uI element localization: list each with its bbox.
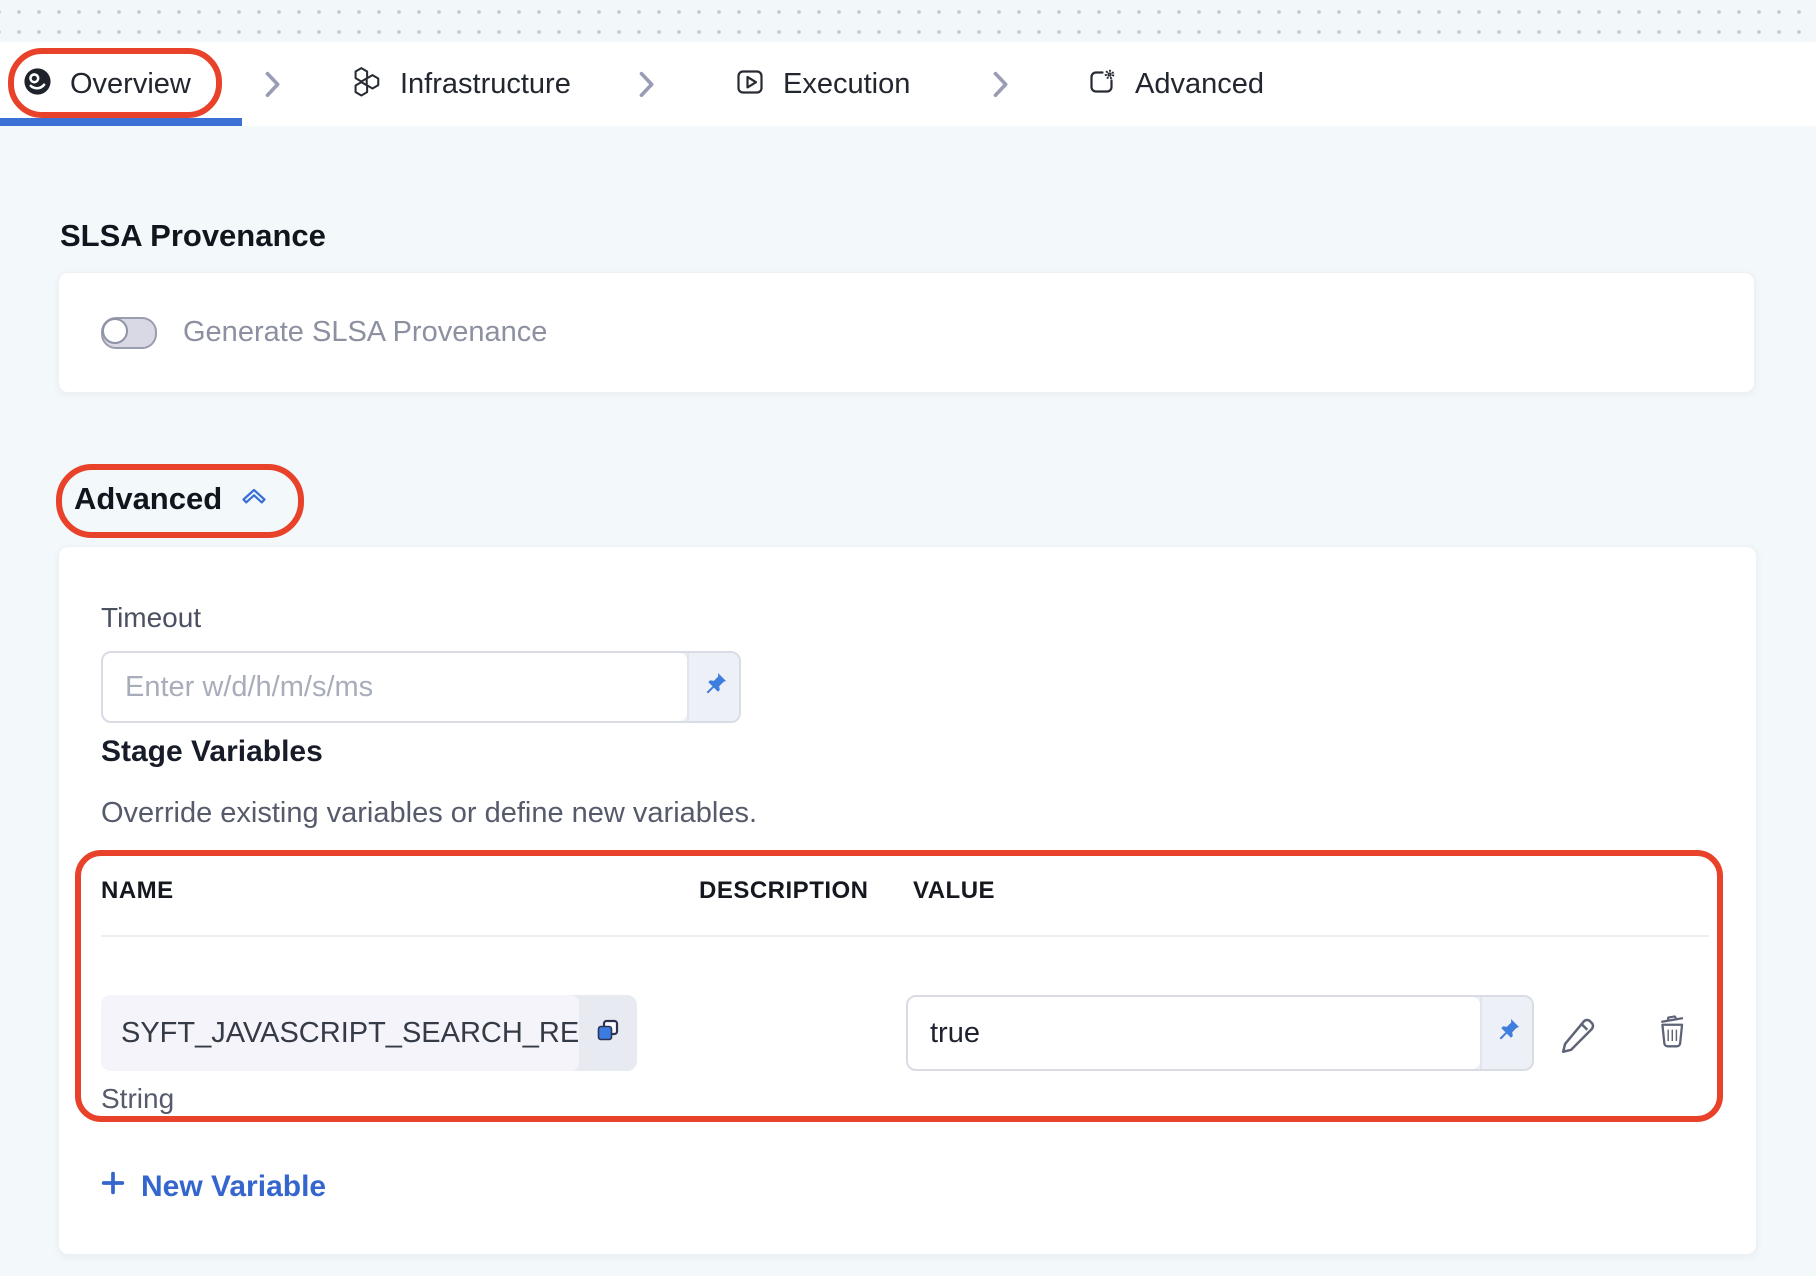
advanced-section-title: Advanced <box>74 481 222 517</box>
copy-button[interactable] <box>579 995 637 1071</box>
timeout-input-group <box>101 651 741 723</box>
plus-icon <box>99 1169 127 1205</box>
pin-icon <box>699 670 729 705</box>
tab-infrastructure-label: Infrastructure <box>400 68 571 101</box>
value-pin-button[interactable] <box>1480 997 1532 1069</box>
stage-tab-bar: Overview Infrastructure Execution <box>0 42 1816 126</box>
chevron-right-icon <box>632 68 660 107</box>
tab-advanced-label: Advanced <box>1135 68 1264 101</box>
variable-value-input[interactable] <box>908 997 1480 1069</box>
tab-overview-label: Overview <box>70 68 191 101</box>
table-header-divider <box>101 935 1709 937</box>
execution-play-icon <box>734 66 766 103</box>
advanced-section-header[interactable]: Advanced <box>74 481 270 517</box>
pencil-icon <box>1556 1009 1600 1056</box>
tab-advanced[interactable]: Advanced <box>1086 42 1264 126</box>
generate-slsa-toggle-label: Generate SLSA Provenance <box>183 316 547 349</box>
infrastructure-hexagons-icon <box>350 65 383 104</box>
slsa-provenance-card: Generate SLSA Provenance <box>58 272 1755 393</box>
chevron-right-icon <box>258 68 286 107</box>
pin-icon <box>1492 1016 1522 1051</box>
dotted-header-strip <box>0 0 1816 42</box>
chevron-right-icon <box>986 68 1014 107</box>
collapse-chevron-up-icon[interactable] <box>238 481 270 517</box>
column-header-description: DESCRIPTION <box>699 877 869 905</box>
column-header-name: NAME <box>101 877 174 905</box>
tab-execution[interactable]: Execution <box>734 42 910 126</box>
tab-execution-label: Execution <box>783 68 910 101</box>
new-variable-button[interactable]: New Variable <box>99 1169 326 1205</box>
tab-infrastructure[interactable]: Infrastructure <box>350 42 571 126</box>
timeout-pin-button[interactable] <box>687 653 739 721</box>
advanced-section-card: Timeout Stage Variables Override existin… <box>58 546 1757 1255</box>
overview-icon <box>22 66 53 102</box>
stage-variables-title: Stage Variables <box>101 735 323 769</box>
toggle-knob <box>102 318 128 344</box>
tab-overview[interactable]: Overview <box>22 42 191 126</box>
delete-variable-button[interactable] <box>1649 1009 1695 1055</box>
edit-variable-button[interactable] <box>1555 1009 1601 1055</box>
variable-value-group <box>906 995 1534 1071</box>
variable-name-group: SYFT_JAVASCRIPT_SEARCH_REM <box>101 995 637 1071</box>
stage-variables-description: Override existing variables or define ne… <box>101 797 757 830</box>
variable-name-value: SYFT_JAVASCRIPT_SEARCH_REM <box>101 995 579 1071</box>
new-variable-label: New Variable <box>141 1170 326 1204</box>
trash-icon <box>1650 1009 1694 1056</box>
copy-icon <box>593 1016 623 1051</box>
variable-type-label: String <box>101 1083 174 1115</box>
active-tab-underline <box>0 118 242 126</box>
advanced-box-gear-icon <box>1086 66 1118 103</box>
generate-slsa-toggle[interactable] <box>101 317 157 349</box>
column-header-value: VALUE <box>913 877 995 905</box>
slsa-provenance-title: SLSA Provenance <box>60 218 326 254</box>
timeout-label: Timeout <box>101 602 201 634</box>
timeout-input[interactable] <box>103 653 687 721</box>
